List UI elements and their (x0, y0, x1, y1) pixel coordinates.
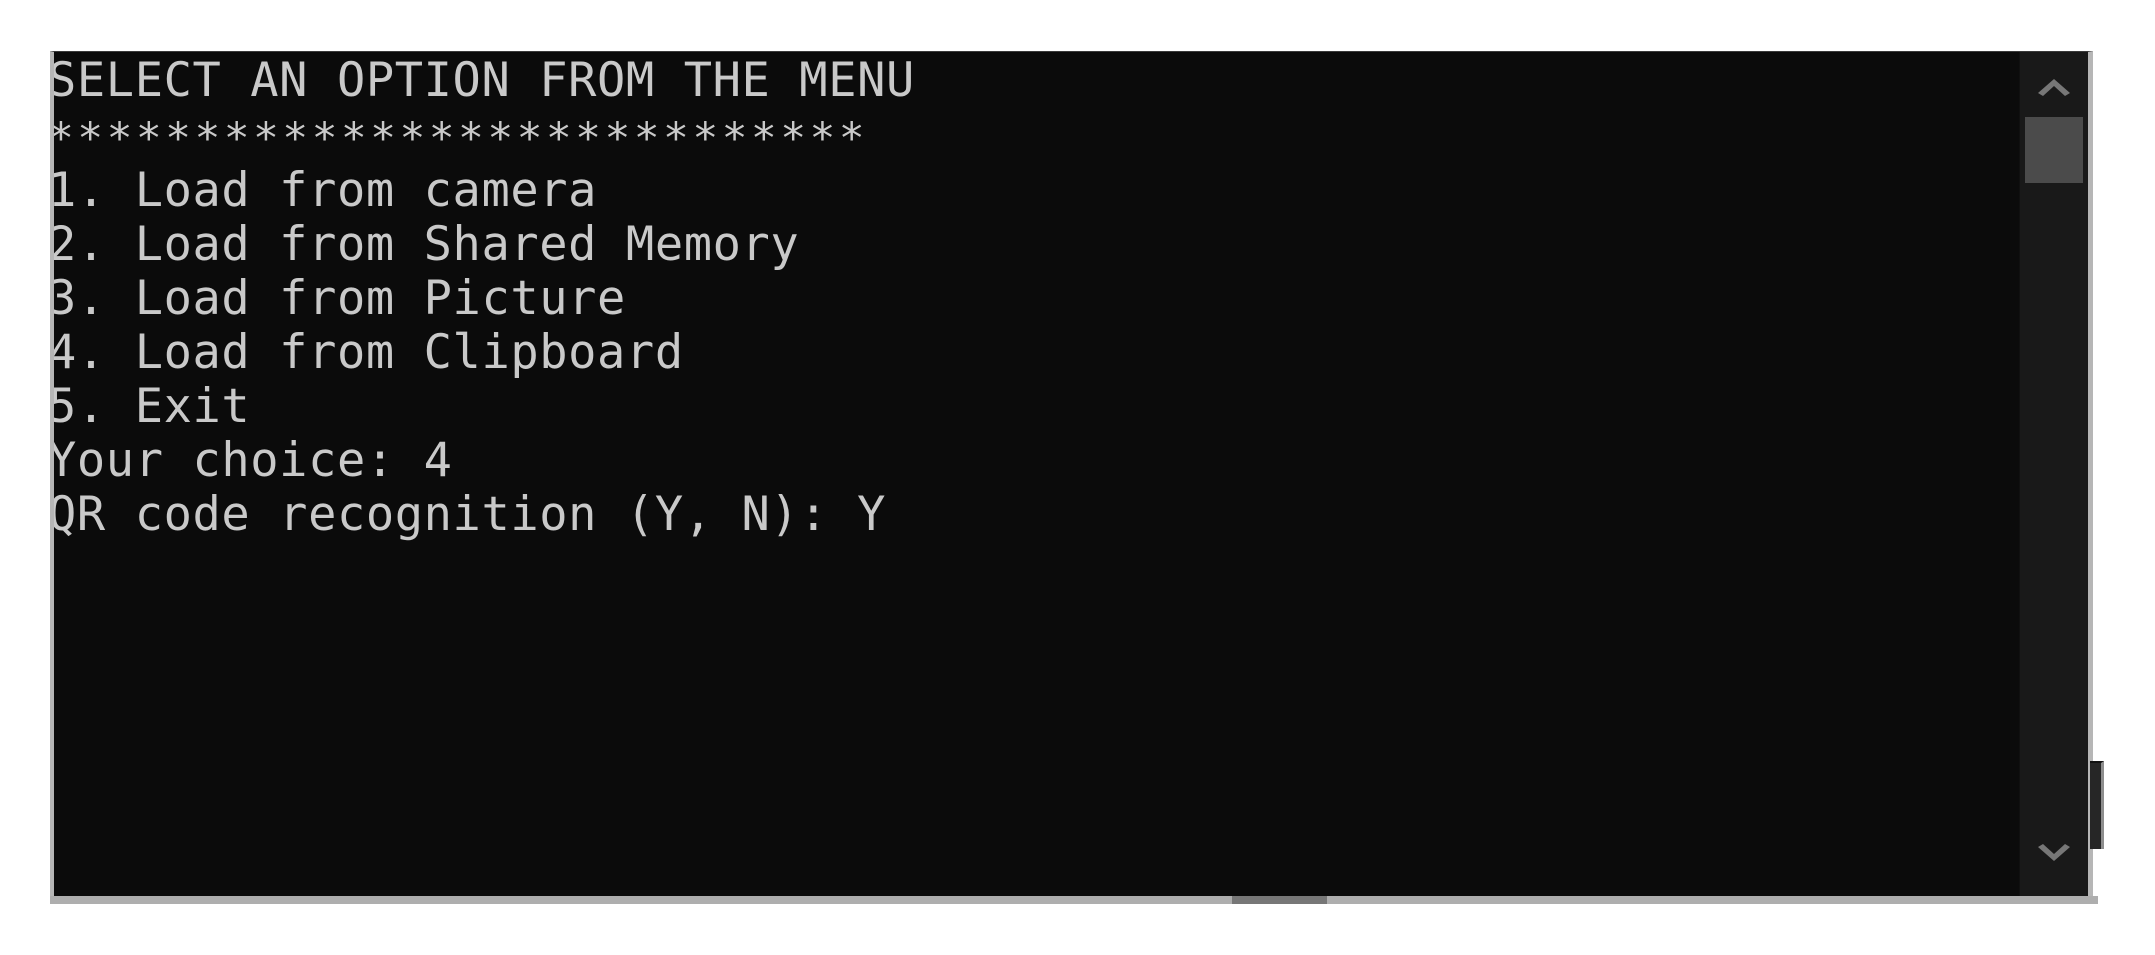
console-text-output[interactable]: SELECT AN OPTION FROM THE MENU *********… (54, 52, 2019, 896)
vertical-scrollbar[interactable] (2019, 52, 2088, 896)
scroll-down-button[interactable] (2020, 826, 2088, 882)
horizontal-scroll-thumb[interactable] (1232, 896, 1327, 904)
menu-item-3: 3. Load from Picture (54, 271, 626, 326)
menu-item-1: 1. Load from camera (54, 163, 598, 218)
horizontal-scrollbar[interactable] (50, 896, 2098, 904)
menu-item-5: 5. Exit (54, 379, 251, 434)
console-separator-line: **************************** (54, 114, 869, 164)
console-window: SELECT AN OPTION FROM THE MENU *********… (50, 51, 2093, 901)
window-resize-thumb[interactable] (2090, 761, 2104, 849)
menu-item-4: 4. Load from Clipboard (54, 325, 684, 380)
chevron-up-icon (2034, 75, 2074, 97)
scroll-up-button[interactable] (2020, 58, 2088, 114)
qr-recognition-prompt-line: QR code recognition (Y, N): Y (54, 487, 886, 542)
vertical-scroll-thumb[interactable] (2025, 117, 2083, 183)
chevron-down-icon (2034, 843, 2074, 865)
choice-prompt-line: Your choice: 4 (54, 433, 453, 488)
menu-item-2: 2. Load from Shared Memory (54, 217, 800, 272)
console-title-line: SELECT AN OPTION FROM THE MENU (54, 53, 915, 108)
